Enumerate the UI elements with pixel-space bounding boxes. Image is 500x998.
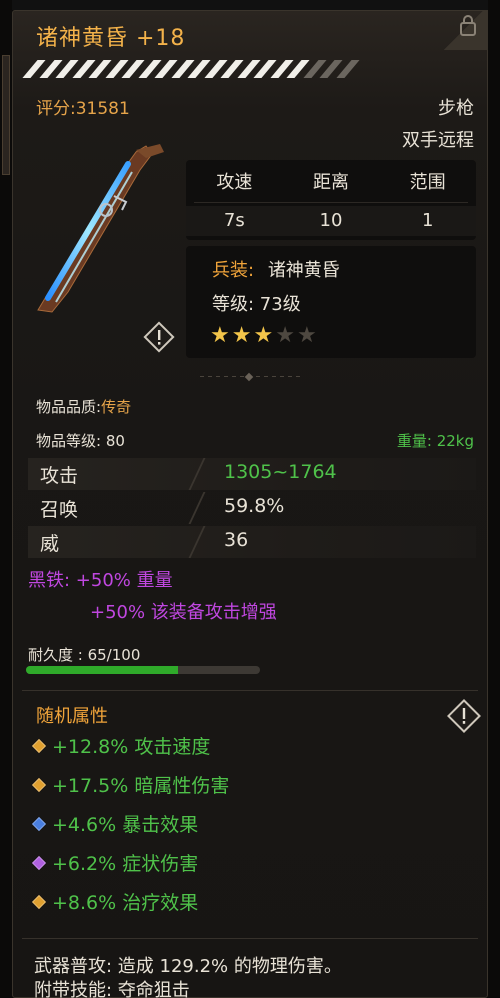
durability-fill (26, 666, 179, 674)
star-icon: ★ (231, 323, 252, 348)
star-icon: ★ (210, 323, 230, 348)
gem-icon (31, 777, 47, 792)
level-line: 等级: 73级 (212, 294, 301, 315)
set-info-box: 兵装: 诸神黄昏 等级: 73级 ★ ★ ★ ★ ★ (186, 246, 476, 358)
star-rating: ★ ★ ★ ★ ★ (210, 324, 317, 348)
quality-label: 物品品质: (36, 398, 102, 416)
gem-icon (31, 816, 47, 831)
item-title: 诸神黄昏 +18 (36, 26, 186, 51)
section-divider (200, 372, 300, 382)
quality-value: 传奇 (101, 398, 132, 416)
right-edge (488, 0, 500, 998)
gem-icon (31, 855, 47, 870)
stats-table: 攻速 距离 范围 7s 10 1 (186, 160, 477, 240)
weapon-type: 步枪 (438, 98, 474, 119)
lock-icon[interactable] (458, 14, 478, 36)
durability-label: 耐久度 : 65/100 (28, 646, 141, 664)
random-attr-text: +4.6% 暴击效果 (52, 814, 199, 836)
stat-header-distance: 距离 (313, 172, 349, 193)
random-attrs-title: 随机属性 (36, 706, 108, 727)
item-score: 评分:31581 (36, 99, 130, 119)
attr-value: 59.8% (224, 495, 285, 517)
set-label: 兵装: (212, 260, 255, 281)
black-iron-line-2: +50% 该装备攻击增强 (90, 602, 277, 623)
side-tab[interactable] (2, 55, 10, 175)
random-attr: +12.8% 攻击速度 (31, 732, 211, 759)
attr-name: 威 (40, 533, 60, 555)
stats-value-row: 7s 10 1 (186, 206, 477, 236)
black-iron-line-1: 黑铁: +50% 重量 (28, 570, 173, 591)
durability-bar (26, 666, 260, 674)
attr-slash (188, 458, 206, 490)
attr-row-power: 威 36 (28, 526, 476, 558)
section-line (22, 690, 478, 691)
stat-value-range: 1 (379, 206, 477, 236)
stats-header-row: 攻速 距离 范围 (186, 168, 476, 198)
item-weight: 重量: 22kg (396, 432, 474, 450)
star-icon: ★ (275, 323, 295, 348)
stats-divider (194, 202, 468, 203)
star-icon: ★ (253, 323, 274, 348)
attr-name: 攻击 (40, 465, 79, 487)
gem-icon (31, 894, 47, 909)
attr-slash (188, 492, 206, 524)
stat-header-range: 范围 (409, 172, 446, 193)
warning-icon[interactable] (446, 698, 482, 734)
star-icon: ★ (296, 323, 317, 348)
random-attr: +17.5% 暗属性伤害 (31, 771, 230, 798)
random-attr-text: +17.5% 暗属性伤害 (52, 775, 230, 797)
random-attr-text: +12.8% 攻击速度 (52, 736, 211, 758)
basic-attack-desc: 武器普攻: 造成 129.2% 的物理伤害。 (34, 956, 342, 977)
attr-row-summon: 召唤 59.8% (28, 492, 476, 524)
random-attr-text: +6.2% 症状伤害 (52, 853, 199, 875)
random-attr: +4.6% 暴击效果 (31, 810, 199, 837)
stat-value-attack-speed: 7s (186, 206, 283, 236)
random-attr: +8.6% 治疗效果 (31, 888, 199, 915)
stat-value-distance: 10 (282, 206, 380, 236)
rarity-stripes (22, 60, 362, 78)
quality-line: 物品品质:传奇 (36, 396, 131, 417)
weapon-class: 双手远程 (402, 130, 474, 151)
attr-row-attack: 攻击 1305~1764 (28, 458, 476, 490)
stat-header-attack-speed: 攻速 (216, 172, 253, 193)
set-line: 兵装: 诸神黄昏 (212, 256, 340, 282)
random-attr: +6.2% 症状伤害 (31, 849, 199, 876)
gem-icon (31, 738, 47, 753)
warning-icon[interactable] (142, 320, 176, 354)
random-attr-text: +8.6% 治疗效果 (52, 892, 199, 914)
item-level: 物品等级: 80 (36, 432, 125, 450)
set-name: 诸神黄昏 (267, 260, 340, 281)
attr-name: 召唤 (40, 499, 79, 521)
skill-desc: 附带技能: 夺命狙击 (34, 980, 190, 998)
attr-slash (188, 526, 206, 558)
section-line (22, 938, 478, 939)
rifle-icon (37, 144, 164, 313)
attr-value: 36 (224, 529, 249, 551)
attr-value: 1305~1764 (224, 461, 337, 483)
top-strip (0, 0, 500, 10)
left-edge (0, 0, 12, 998)
